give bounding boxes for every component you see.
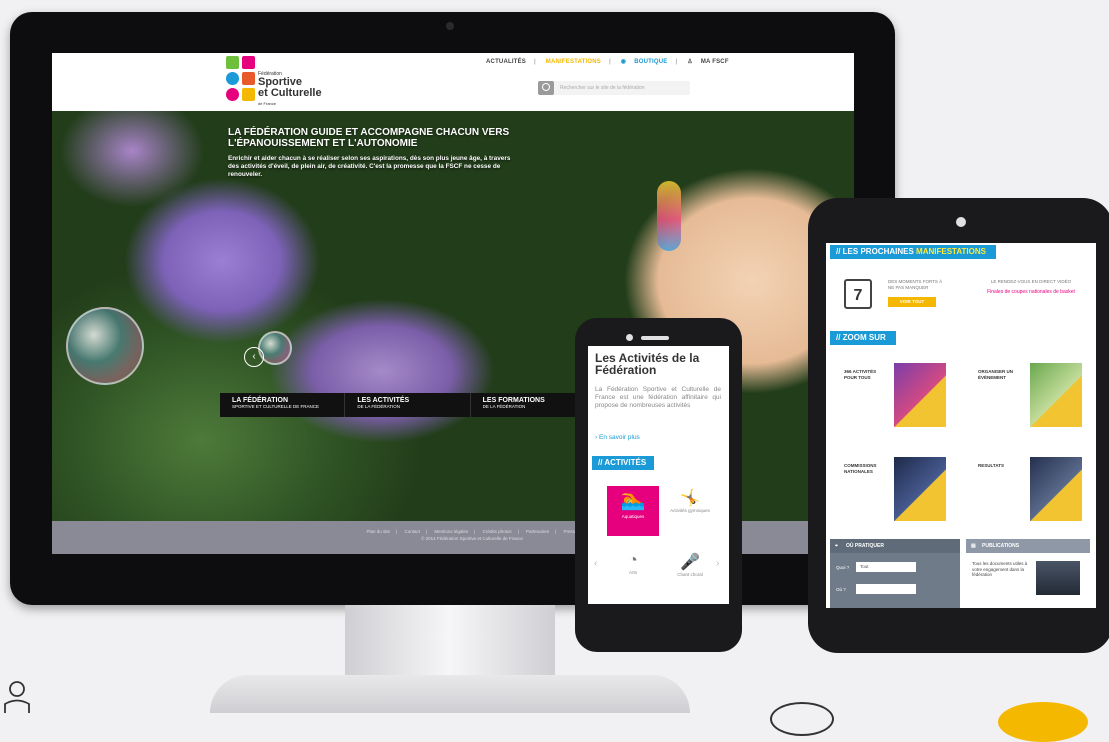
tab-activities[interactable]: LES ACTIVITÉS DE LA FÉDÉRATION <box>345 393 471 417</box>
events-section-header: // LES PROCHAINES MANIFESTATIONS <box>830 245 996 259</box>
slider-prev-arrow-icon[interactable]: ‹ <box>244 347 264 367</box>
carousel-prev-icon[interactable]: ‹ <box>594 558 597 569</box>
publications-text: Tous les documents utiles à votre engage… <box>972 561 1028 577</box>
read-more-link[interactable]: › En savoir plus <box>595 434 640 441</box>
face-paint-decoration <box>657 181 681 251</box>
hero-title: LA FÉDÉRATION GUIDE ET ACCOMPAGNE CHACUN… <box>228 127 510 149</box>
nav-news[interactable]: ACTUALITÉS <box>486 59 526 65</box>
carousel-next-icon[interactable]: › <box>716 558 719 569</box>
decorative-yellow-blob <box>998 702 1088 742</box>
read-more-label: En savoir plus <box>598 434 640 441</box>
tab-federation-subtitle: SPORTIVE ET CULTURELLE DE FRANCE <box>232 404 320 409</box>
tab-federation[interactable]: LA FÉDÉRATION SPORTIVE ET CULTURELLE DE … <box>220 393 346 417</box>
see-all-events-button[interactable]: VOIR TOUT <box>888 297 936 307</box>
logo-circle-pink <box>226 88 239 101</box>
logo-circle-blue <box>226 72 239 85</box>
activity-tile-arts[interactable]: ◔ Arts <box>611 552 655 575</box>
publications-title: PUBLICATIONS <box>982 543 1020 549</box>
footer-link[interactable]: Contact <box>404 529 420 534</box>
book-icon: ▤ <box>971 543 976 549</box>
search-input[interactable]: Rechercher sur le site de la fédération <box>538 81 690 95</box>
soap-bubble-large <box>66 307 144 385</box>
tablet-camera <box>956 217 966 227</box>
phone-page-title: Les Activités de la Fédération <box>595 351 700 377</box>
what-select[interactable]: Tout <box>856 562 916 572</box>
phone-screen: Les Activités de la Fédération La Fédéra… <box>588 346 729 604</box>
tablet-screen: // LES PROCHAINES MANIFESTATIONS 7 DES M… <box>826 243 1096 608</box>
publications-image[interactable] <box>1036 561 1080 595</box>
swimmer-icon: 🏊 <box>620 489 646 511</box>
phone-speaker <box>641 336 669 340</box>
zoom-item-title[interactable]: RESULTATS <box>978 463 1024 469</box>
search-placeholder: Rechercher sur le site de la fédération <box>560 85 645 91</box>
zoom-item-image[interactable] <box>1030 363 1082 427</box>
zoom-item-image[interactable] <box>894 457 946 521</box>
person-outline-icon <box>4 681 30 713</box>
cart-icon: ◉ <box>620 59 627 65</box>
tab-activities-title: LES ACTIVITÉS <box>357 397 410 404</box>
publications-section-header: ▤ PUBLICATIONS <box>966 539 1090 553</box>
activity-label: Aquatiques <box>621 514 645 519</box>
event-teaser-label: LE RENDEZ-VOUS EN DIRECT VIDÉO <box>990 279 1072 284</box>
footer-copyright: © 2014 Fédération Sportive et Culturelle… <box>421 536 523 541</box>
search-button[interactable] <box>538 81 554 95</box>
nav-shop[interactable]: BOUTIQUE <box>634 59 667 65</box>
hero-description: Enrichir et aider chacun à se réaliser s… <box>228 155 511 178</box>
zoom-section-header: // ZOOM SUR <box>830 331 896 345</box>
palette-icon: ◔ <box>628 552 638 569</box>
chevron-right-icon: › <box>595 434 598 441</box>
zoom-item-title[interactable]: COMMISSIONS NATIONALES <box>844 463 888 474</box>
search-icon <box>542 83 550 91</box>
nav-account[interactable]: MA FSCF <box>701 59 729 65</box>
decorative-ring-icon <box>770 702 834 736</box>
event-teaser-text[interactable]: Finales de coupes nationales de basket <box>976 289 1086 295</box>
feature-tabs: LA FÉDÉRATION SPORTIVE ET CULTURELLE DE … <box>220 393 596 417</box>
phone-paragraph: La Fédération Sportive et Culturelle de … <box>595 386 721 409</box>
where-label: Où ? <box>836 587 846 592</box>
calendar-icon: 7 <box>844 279 872 309</box>
nav-events[interactable]: MANIFESTATIONS <box>546 59 601 65</box>
activity-label: Chant choral <box>677 572 703 577</box>
singer-icon: 🎤 <box>680 554 700 571</box>
location-pin-icon: ⌖ <box>835 543 838 549</box>
logo-text: Fédération Sportive et Culturelle de Fra… <box>258 71 322 106</box>
footer-link[interactable]: Crédits photos <box>483 529 512 534</box>
activity-tile-aquatic[interactable]: 🏊 Aquatiques <box>607 486 659 536</box>
zoom-item-image[interactable] <box>894 363 946 427</box>
activity-label: Activités gymniques <box>670 508 710 513</box>
top-navigation: ACTUALITÉS | MANIFESTATIONS | ◉ BOUTIQUE | ♙… <box>486 59 729 65</box>
events-header-part2: MANIFESTATIONS <box>916 247 986 256</box>
footer-link[interactable]: Partenaires <box>526 529 549 534</box>
where-input[interactable] <box>856 584 916 594</box>
footer-link[interactable]: Plan du site <box>367 529 391 534</box>
calendar-day: 7 <box>853 287 863 304</box>
site-header: Fédération Sportive et Culturelle de Fra… <box>52 53 854 111</box>
events-header-part1: // LES PROCHAINES <box>836 247 914 256</box>
gymnast-icon: 🤸 <box>680 490 700 507</box>
monitor-stand-base <box>210 675 690 713</box>
activities-section-header: // ACTIVITÉS <box>592 456 654 470</box>
phone-home-button <box>648 615 668 635</box>
practice-search-form: Quoi ? Tout Où ? <box>830 553 960 608</box>
zoom-item-image[interactable] <box>1030 457 1082 521</box>
activity-tile-choir[interactable]: 🎤 Chant choral <box>668 552 712 577</box>
practice-title: OÙ PRATIQUER <box>846 543 884 549</box>
logo-square-orange <box>242 72 255 85</box>
phone-camera <box>626 334 633 341</box>
activity-tile-gym[interactable]: 🤸 Activités gymniques <box>668 488 712 513</box>
monitor-camera <box>446 22 454 30</box>
user-icon: ♙ <box>687 59 693 65</box>
tab-federation-title: LA FÉDÉRATION <box>232 397 288 404</box>
zoom-item-title[interactable]: ORGANISER UN ÉVÈNEMENT <box>978 369 1024 380</box>
logo-square-pink <box>242 56 255 69</box>
practice-section-header: ⌖ OÙ PRATIQUER <box>830 539 960 553</box>
what-label: Quoi ? <box>836 565 850 570</box>
events-text: DES MOMENTS FORTS À NE PAS MANQUER <box>888 279 943 290</box>
tab-activities-subtitle: DE LA FÉDÉRATION <box>357 404 401 409</box>
footer-link[interactable]: Mentions légales <box>434 529 468 534</box>
logo-square-green <box>226 56 239 69</box>
zoom-item-title[interactable]: 366 ACTIVITÉS POUR TOUS <box>844 369 884 380</box>
activity-label: Arts <box>628 570 637 575</box>
logo-square-yellow <box>242 88 255 101</box>
